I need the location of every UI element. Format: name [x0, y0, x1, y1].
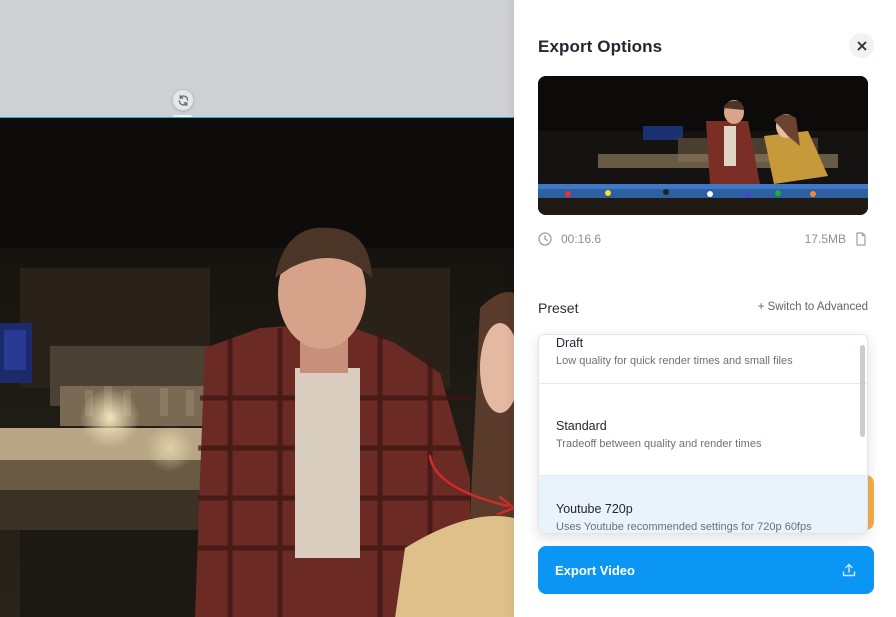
video-preview	[0, 117, 514, 617]
file-size: 17.5MB	[805, 232, 868, 246]
preset-label: Preset	[538, 300, 579, 316]
file-icon	[856, 232, 866, 246]
preset-name: Youtube 720p	[556, 502, 633, 516]
panel-title: Export Options	[538, 37, 663, 56]
video-meta: 00:16.6 17.5MB	[538, 232, 868, 248]
clock-icon	[538, 232, 552, 246]
export-button-label: Export Video	[555, 563, 635, 578]
preset-name: Standard	[556, 419, 607, 433]
preset-option-draft[interactable]: Draft Low quality for quick render times…	[539, 335, 867, 384]
preset-description: Uses Youtube recommended settings for 72…	[556, 521, 812, 533]
preset-description: Low quality for quick render times and s…	[556, 355, 793, 367]
upload-icon	[842, 563, 856, 577]
close-icon	[857, 41, 866, 50]
export-options-panel: Export Options 00:16.6 17.5MB Preset + S…	[514, 0, 896, 617]
preset-description: Tradeoff between quality and render time…	[556, 438, 762, 450]
preset-name: Draft	[556, 336, 584, 350]
dropdown-scrollbar[interactable]	[860, 345, 865, 437]
canvas-backdrop	[0, 0, 514, 117]
close-button[interactable]	[849, 33, 874, 58]
file-size-text: 17.5MB	[804, 232, 846, 246]
duration: 00:16.6	[538, 232, 601, 246]
switch-to-advanced-link[interactable]: + Switch to Advanced	[758, 301, 868, 313]
rotate-icon[interactable]	[172, 89, 194, 111]
preset-option-youtube-720p[interactable]: Youtube 720p Uses Youtube recommended se…	[539, 476, 867, 533]
export-video-button[interactable]: Export Video	[538, 546, 874, 594]
duration-text: 00:16.6	[561, 232, 602, 246]
preset-dropdown[interactable]: Draft Low quality for quick render times…	[538, 334, 868, 534]
video-thumbnail	[538, 76, 868, 215]
preset-option-standard[interactable]: Standard Tradeoff between quality and re…	[539, 393, 867, 476]
